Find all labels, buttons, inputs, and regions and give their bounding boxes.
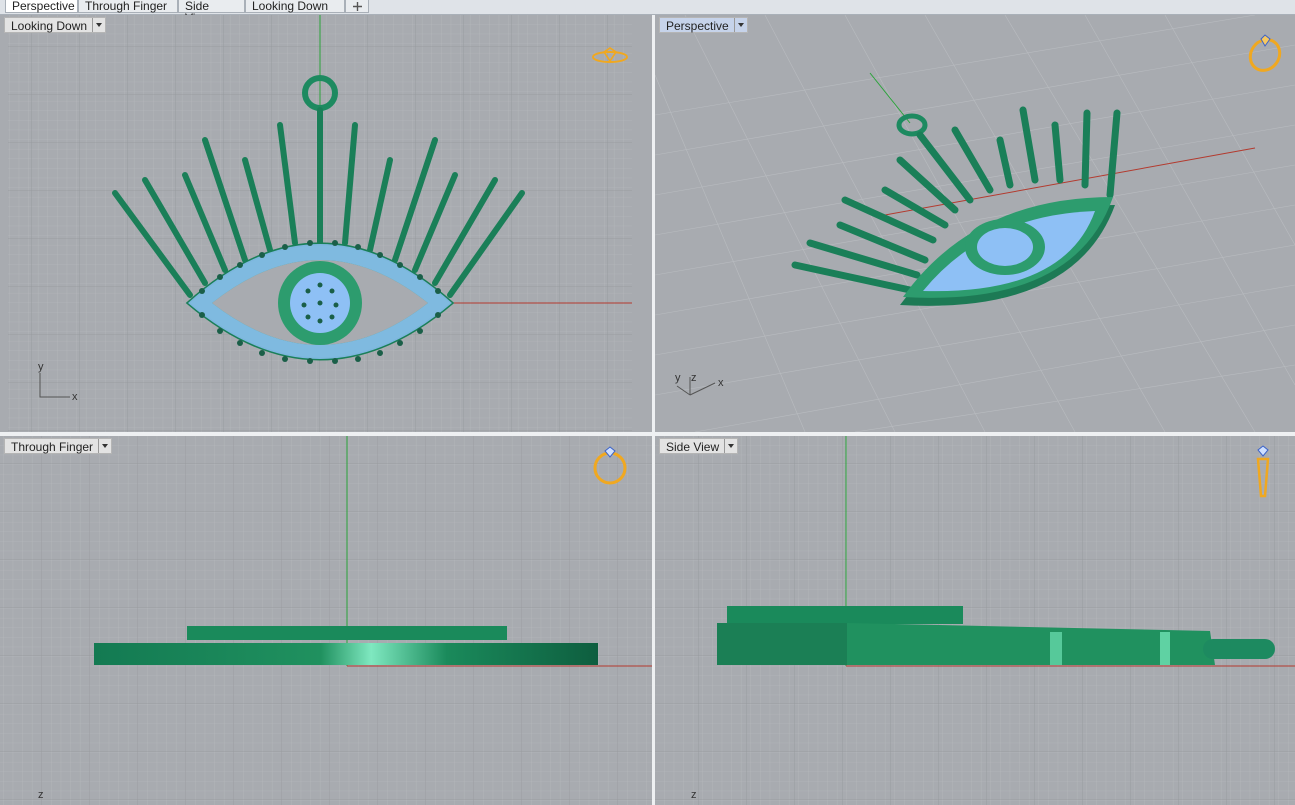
viewport-splitter-horizontal[interactable] — [0, 432, 1295, 436]
viewport-title-through-finger[interactable]: Through Finger — [4, 438, 113, 454]
viewport-title-looking-down[interactable]: Looking Down — [4, 17, 107, 33]
viewport-looking-down[interactable]: y x Looking Down — [0, 15, 652, 432]
add-tab-button[interactable] — [345, 0, 369, 13]
chevron-down-icon[interactable] — [733, 18, 747, 32]
viewport-tab-bar: Perspective Through Finger Side View Loo… — [0, 0, 1295, 24]
viewport-through-finger[interactable]: z Through Finger — [0, 436, 652, 805]
tab-side-view[interactable]: Side View — [178, 0, 245, 24]
viewport-splitter-vertical[interactable] — [652, 15, 655, 805]
svg-text:x: x — [72, 391, 78, 403]
tab-through-finger[interactable]: Through Finger — [78, 0, 178, 13]
tab-looking-down[interactable]: Looking Down — [245, 0, 345, 13]
axis-triad: y z x — [675, 372, 724, 396]
viewport-title-side-view[interactable]: Side View — [659, 438, 739, 454]
svg-text:y: y — [38, 361, 44, 373]
chevron-down-icon[interactable] — [724, 439, 737, 453]
viewport-perspective[interactable]: y z x Perspective — [655, 15, 1295, 432]
svg-text:x: x — [718, 377, 724, 389]
axis-triad: z — [38, 789, 44, 801]
chevron-down-icon[interactable] — [98, 439, 111, 453]
eye-pendant-model-perspective[interactable] — [791, 106, 1121, 306]
svg-text:z: z — [691, 372, 697, 384]
tab-perspective[interactable]: Perspective — [5, 0, 78, 13]
axis-triad: z — [691, 789, 697, 801]
viewport-side-view[interactable]: z Side View — [655, 436, 1295, 805]
chevron-down-icon[interactable] — [92, 18, 105, 32]
viewport-title-perspective[interactable]: Perspective — [659, 17, 748, 33]
plus-icon — [353, 2, 362, 11]
ring-perspective-icon[interactable] — [1244, 34, 1285, 76]
svg-text:y: y — [675, 372, 681, 384]
